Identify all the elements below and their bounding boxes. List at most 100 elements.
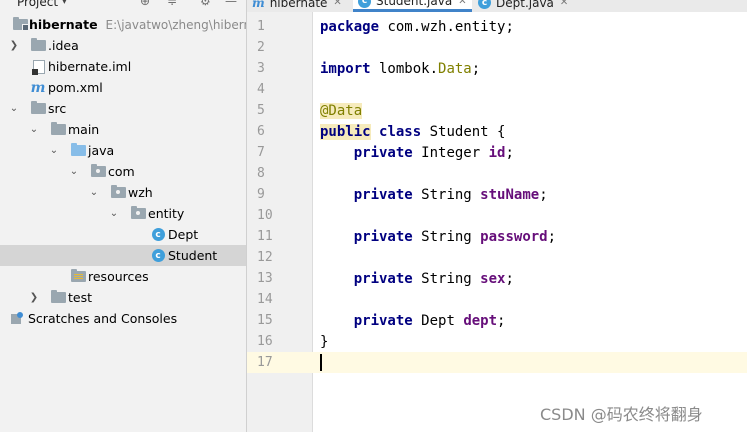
tree-item-entity[interactable]: ⌄ entity [0, 203, 246, 224]
folder-icon [50, 290, 66, 305]
code-text: ; [471, 60, 481, 77]
line-number: 6 [257, 124, 265, 139]
code-line[interactable]: 10 [247, 205, 747, 226]
keyword: private [353, 270, 413, 287]
code-line[interactable]: 16 } [247, 331, 747, 352]
chevron-down-icon[interactable]: ⌄ [8, 103, 20, 114]
close-icon[interactable]: ✕ [560, 0, 568, 8]
tab-hibernate[interactable]: m hibernate ✕ [247, 0, 347, 12]
code-line[interactable]: 11 private String password; [247, 226, 747, 247]
chevron-down-icon[interactable]: ⌄ [88, 187, 100, 198]
annotation: @Data [320, 102, 363, 119]
folder-icon [30, 38, 46, 53]
chevron-down-icon[interactable]: ⌄ [48, 145, 60, 156]
watermark: CSDN @码农终将翻身 [540, 405, 703, 424]
close-icon[interactable]: ✕ [333, 0, 341, 8]
project-panel-header: Project ▾ ⊕ ≑ ⚙ — [0, 0, 246, 9]
line-number: 14 [257, 292, 273, 307]
field-name: password [480, 228, 548, 245]
minimize-icon[interactable]: — [225, 0, 237, 8]
code-line[interactable]: 12 [247, 247, 747, 268]
tab-dept-java[interactable]: c Dept.java ✕ [473, 0, 573, 12]
tree-item-dept[interactable]: c Dept [0, 224, 246, 245]
code-line[interactable]: 13 private String sex; [247, 268, 747, 289]
tree-item-student[interactable]: c Student [0, 245, 246, 266]
line-number: 4 [257, 82, 265, 97]
class-reference: Data [438, 60, 472, 77]
code-line[interactable]: 7 private Integer id; [247, 142, 747, 163]
source-folder-icon [70, 143, 86, 158]
code-line[interactable]: 14 [247, 289, 747, 310]
code-text: Student { [421, 123, 506, 140]
type-name: String [412, 270, 481, 287]
line-number: 7 [257, 145, 265, 160]
add-icon[interactable]: ⊕ [140, 0, 150, 8]
code-line[interactable]: 15 private Dept dept; [247, 310, 747, 331]
chevron-down-icon[interactable]: ▾ [62, 0, 67, 7]
tree-item-label: entity [148, 206, 185, 221]
code-line[interactable]: 6 public class Student { [247, 121, 747, 142]
code-lines: 1 package com.wzh.entity; 2 3 import lom… [247, 16, 747, 373]
class-icon: c [358, 0, 371, 8]
tree-item-label: pom.xml [48, 80, 103, 95]
chevron-right-icon[interactable]: ❯ [28, 292, 40, 303]
type-name: Dept [412, 312, 464, 329]
module-folder-icon [12, 17, 29, 32]
class-icon: c [150, 249, 166, 263]
line-number: 13 [257, 271, 273, 286]
code-line[interactable]: 3 import lombok.Data; [247, 58, 747, 79]
tree-item-com[interactable]: ⌄ com [0, 161, 246, 182]
field-name: stuName [480, 186, 540, 203]
tree-item-label: wzh [128, 185, 153, 200]
code-text: ; [505, 270, 514, 287]
keyword: private [353, 228, 413, 245]
chevron-right-icon[interactable]: ❯ [8, 40, 20, 51]
code-line[interactable]: 4 [247, 79, 747, 100]
tree-item-label: Scratches and Consoles [28, 311, 178, 326]
code-line[interactable]: 1 package com.wzh.entity; [247, 16, 747, 37]
maven-icon: m [30, 79, 46, 96]
type-name: String [412, 228, 481, 245]
class-icon: c [150, 228, 166, 242]
tree-item-label: resources [88, 269, 149, 284]
chevron-down-icon[interactable]: ⌄ [28, 124, 40, 135]
tab-student-java[interactable]: c Student.java ✕ [353, 0, 472, 12]
folder-icon [30, 101, 46, 116]
code-line[interactable]: 5 @Data [247, 100, 747, 121]
tree-item-label: hibernate [29, 17, 98, 32]
class-icon: c [478, 0, 491, 9]
tree-item-hibernate[interactable]: hibernate E:\javatwo\zheng\hibernat [0, 14, 246, 35]
tree-item-resources[interactable]: resources [0, 266, 246, 287]
code-line[interactable]: 9 private String stuName; [247, 184, 747, 205]
tree-item-test[interactable]: ❯ test [0, 287, 246, 308]
code-line[interactable]: 8 [247, 163, 747, 184]
chevron-down-icon[interactable]: ⌄ [108, 208, 120, 219]
line-number: 1 [257, 19, 265, 34]
code-line[interactable]: 2 [247, 37, 747, 58]
tree-item-main[interactable]: ⌄ main [0, 119, 246, 140]
gear-icon[interactable]: ⚙ [200, 0, 211, 8]
tree-item-iml[interactable]: hibernate.iml [0, 56, 246, 77]
package-icon [130, 206, 146, 221]
code-line-current[interactable]: 17 [247, 352, 747, 373]
code-text: } [320, 333, 329, 350]
close-icon[interactable]: ✕ [458, 0, 466, 7]
tree-item-scratches[interactable]: Scratches and Consoles [0, 308, 246, 329]
project-view-title[interactable]: Project [17, 0, 58, 9]
project-path: E:\javatwo\zheng\hibernat [105, 18, 246, 32]
chevron-down-icon[interactable]: ⌄ [68, 166, 80, 177]
tree-item-wzh[interactable]: ⌄ wzh [0, 182, 246, 203]
tree-item-java[interactable]: ⌄ java [0, 140, 246, 161]
tree-item-label: com [108, 164, 135, 179]
tree-item-label: java [88, 143, 115, 158]
keyword: package [320, 18, 380, 35]
tree-item-pom[interactable]: m pom.xml [0, 77, 246, 98]
code-text: lombok. [370, 60, 439, 77]
line-number: 16 [257, 334, 273, 349]
tree-item-idea[interactable]: ❯ .idea [0, 35, 246, 56]
package-icon [90, 164, 106, 179]
keyword: public [320, 123, 371, 140]
collapse-icon[interactable]: ≑ [167, 0, 177, 8]
tree-item-src[interactable]: ⌄ src [0, 98, 246, 119]
line-number: 11 [257, 229, 273, 244]
